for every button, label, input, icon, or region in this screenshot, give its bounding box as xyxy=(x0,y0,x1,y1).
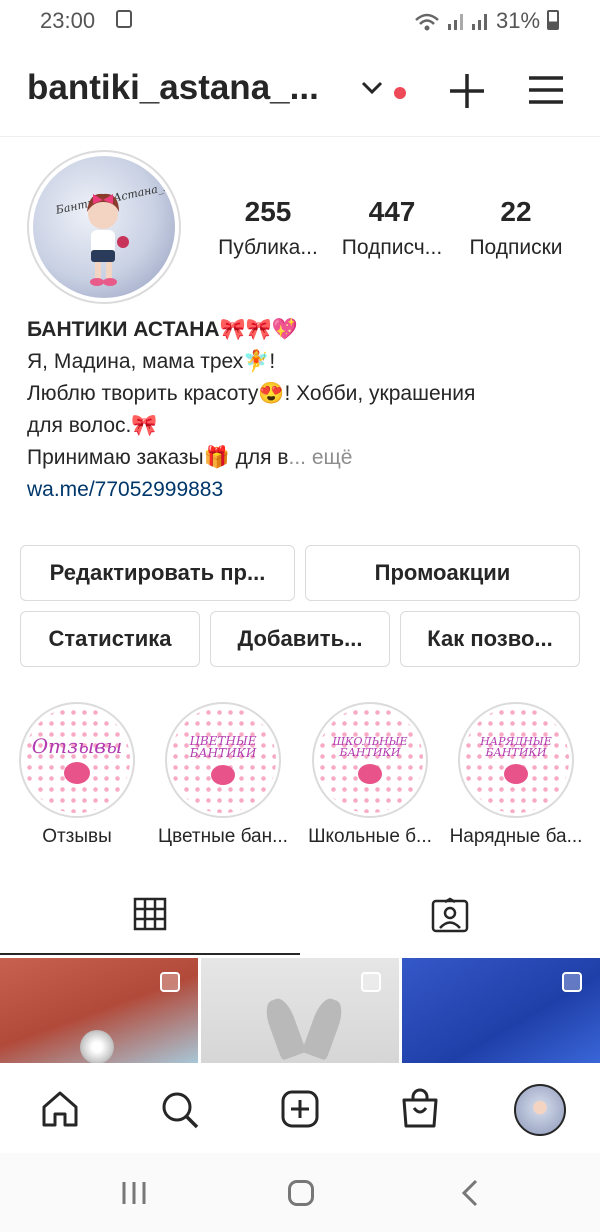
bio-line-1: Я, Мадина, мама трех🧚! xyxy=(27,350,276,373)
bio-line-2: Люблю творить красоту😍! Хобби, украшения xyxy=(27,382,476,405)
system-navigation-bar xyxy=(0,1153,600,1232)
battery-percent: 31% xyxy=(496,8,541,33)
followers-label[interactable]: Подписч... xyxy=(327,236,457,260)
profile-username[interactable]: bantiki_astana_... xyxy=(27,68,319,108)
posts-count[interactable]: 255 xyxy=(203,196,333,228)
following-count[interactable]: 22 xyxy=(451,196,581,228)
grid-icon[interactable] xyxy=(133,897,167,931)
status-time: 23:00 xyxy=(40,8,96,33)
flower-decoration xyxy=(64,762,90,784)
screen-record-icon xyxy=(116,10,132,28)
highlight-cover: НАРЯДНЫЕ БАНТИКИ xyxy=(463,707,569,813)
flower-decoration xyxy=(358,764,382,784)
menu-icon[interactable] xyxy=(528,75,564,105)
highlight-label: Школьные б... xyxy=(308,826,432,847)
bio-website-link[interactable]: wa.me/77052999883 xyxy=(27,478,223,502)
highlight-colored-bows[interactable]: ЦВЕТНЫЕ БАНТИКИ xyxy=(165,702,281,818)
tagged-icon[interactable] xyxy=(431,897,469,933)
following-label[interactable]: Подписки xyxy=(451,236,581,260)
glitter-ear-decoration xyxy=(261,995,307,1061)
select-checkbox[interactable] xyxy=(160,972,180,992)
home-button-icon[interactable] xyxy=(288,1180,314,1206)
add-shop-button[interactable]: Добавить... xyxy=(210,611,390,667)
new-post-plus-icon[interactable] xyxy=(448,72,486,110)
highlight-cover: Отзывы xyxy=(24,707,130,813)
highlight-cover-text: НАРЯДНЫЕ БАНТИКИ xyxy=(480,735,552,759)
back-icon[interactable] xyxy=(460,1179,480,1207)
post-thumbnail[interactable] xyxy=(402,958,600,1063)
header-divider xyxy=(0,136,600,137)
new-post-icon[interactable] xyxy=(281,1090,319,1128)
how-to-button[interactable]: Как позво... xyxy=(400,611,580,667)
active-tab-indicator xyxy=(0,953,300,955)
highlight-cover-text: ЦВЕТНЫЕ БАНТИКИ xyxy=(189,734,257,760)
profile-name: БАНТИКИ АСТАНА🎀🎀💖 xyxy=(27,318,299,341)
highlight-cover: ШКОЛЬНЫЕ БАНТИКИ xyxy=(317,707,423,813)
highlight-label: Нарядные ба... xyxy=(449,826,583,847)
bottom-navigation xyxy=(0,1063,600,1153)
recent-apps-icon[interactable] xyxy=(121,1181,147,1205)
highlight-ring: Отзывы xyxy=(19,702,135,818)
flower-decoration xyxy=(504,764,528,784)
post-thumbnail[interactable] xyxy=(201,958,399,1063)
highlight-cover-text: ШКОЛЬНЫЕ БАНТИКИ xyxy=(332,735,408,759)
home-icon[interactable] xyxy=(41,1090,79,1128)
profile-avatar-icon[interactable] xyxy=(514,1084,566,1136)
bio-line-4-text: Принимаю заказы🎁 для в xyxy=(27,446,289,469)
highlight-ring: ЦВЕТНЫЕ БАНТИКИ xyxy=(165,702,281,818)
select-checkbox[interactable] xyxy=(562,972,582,992)
flower-decoration xyxy=(211,765,235,785)
shop-icon[interactable] xyxy=(400,1088,440,1130)
battery-icon xyxy=(547,10,559,30)
status-bar: 23:00 31% xyxy=(0,0,600,44)
glitter-ear-decoration xyxy=(301,995,347,1061)
select-checkbox[interactable] xyxy=(361,972,381,992)
highlight-party-bows[interactable]: НАРЯДНЫЕ БАНТИКИ xyxy=(458,702,574,818)
highlight-label: Цветные бан... xyxy=(158,826,288,847)
highlight-cover-text: Отзывы xyxy=(31,734,123,758)
highlight-cover: ЦВЕТНЫЕ БАНТИКИ xyxy=(170,707,276,813)
highlight-school-bows[interactable]: ШКОЛЬНЫЕ БАНТИКИ xyxy=(312,702,428,818)
notification-dot xyxy=(394,87,406,99)
signal-icon xyxy=(415,13,487,31)
followers-count[interactable]: 447 xyxy=(327,196,457,228)
bio-line-4: Принимаю заказы🎁 для в... ещё xyxy=(27,446,353,470)
rhinestone-decoration xyxy=(80,1030,114,1063)
search-icon[interactable] xyxy=(160,1090,200,1130)
chevron-down-icon[interactable] xyxy=(360,80,384,96)
bio-line-3: для волос.🎀 xyxy=(27,414,158,437)
more-link[interactable]: ... ещё xyxy=(289,446,353,469)
insights-button[interactable]: Статистика xyxy=(20,611,200,667)
highlight-label: Отзывы xyxy=(42,826,112,847)
avatar-illustration: Бантики_Астана_На_Заказ xyxy=(54,170,175,286)
promotions-button[interactable]: Промоакции xyxy=(305,545,580,601)
post-thumbnail[interactable] xyxy=(0,958,198,1063)
edit-profile-button[interactable]: Редактировать пр... xyxy=(20,545,295,601)
highlight-ring: НАРЯДНЫЕ БАНТИКИ xyxy=(458,702,574,818)
highlight-ring: ШКОЛЬНЫЕ БАНТИКИ xyxy=(312,702,428,818)
posts-label[interactable]: Публика... xyxy=(203,236,333,260)
profile-avatar[interactable]: Бантики_Астана_На_Заказ xyxy=(33,156,175,298)
highlight-reviews[interactable]: Отзывы xyxy=(19,702,135,818)
